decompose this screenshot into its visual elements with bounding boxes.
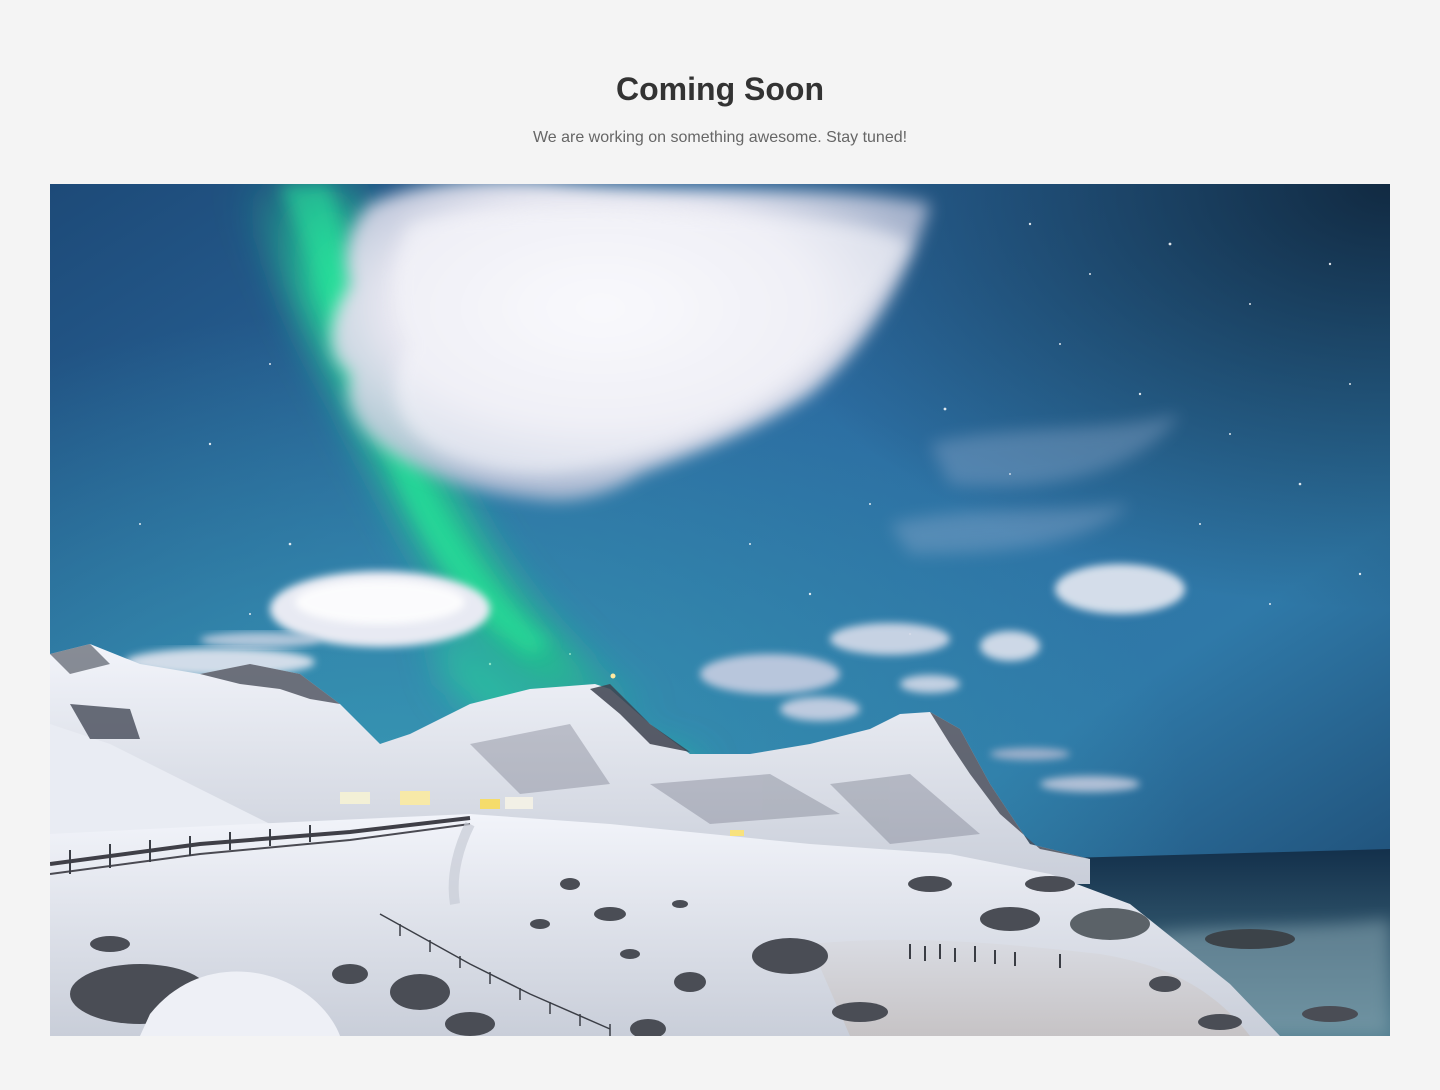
aurora-landscape-illustration xyxy=(50,184,1390,1036)
page-title: Coming Soon xyxy=(616,71,824,107)
page-subtitle: We are working on something awesome. Sta… xyxy=(532,129,908,146)
hero-image xyxy=(50,184,1390,1036)
coming-soon-page: Coming Soon We are working on something … xyxy=(0,0,1440,1090)
